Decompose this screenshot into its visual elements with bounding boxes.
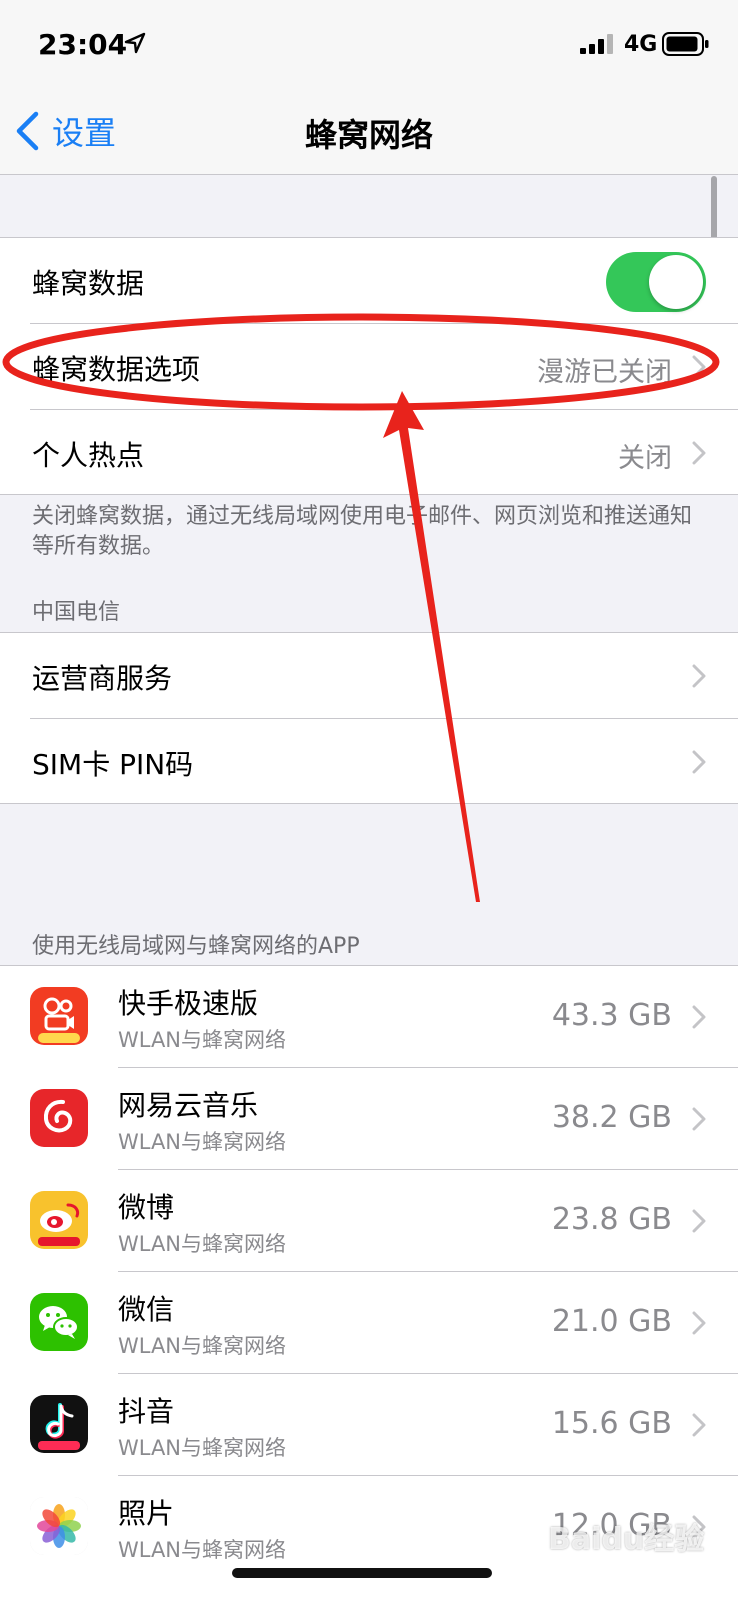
watermark: Baidu经验: [548, 1522, 705, 1557]
sim-pin-label: SIM卡 PIN码: [32, 748, 194, 781]
chevron-right-icon: [692, 441, 706, 465]
page-title: 蜂窝网络: [304, 116, 433, 154]
weibo-app-icon: [30, 1191, 88, 1249]
roaming-status: 漫游已关闭: [537, 357, 672, 388]
chevron-right-icon: [692, 1005, 706, 1029]
personal-hotspot-label: 个人热点: [32, 439, 145, 472]
chevron-right-icon: [692, 1209, 706, 1233]
network-type: 4G: [624, 32, 658, 57]
home-indicator: [232, 1568, 492, 1578]
cellular-data-toggle[interactable]: [606, 252, 706, 312]
status-bar: 23:04 4G: [0, 0, 738, 88]
location-arrow-icon: [124, 32, 146, 54]
app-network-type: WLAN与蜂窝网络: [118, 1232, 287, 1256]
hotspot-status: 关闭: [618, 443, 672, 474]
battery-icon: [662, 32, 709, 56]
app-network-type: WLAN与蜂窝网络: [118, 1028, 287, 1052]
cellular-data-options-row[interactable]: 蜂窝数据选项 漫游已关闭: [0, 324, 738, 410]
chevron-right-icon: [692, 750, 706, 774]
kuaishou-app-icon: [30, 987, 88, 1045]
apps-usage-list: 快手极速版 WLAN与蜂窝网络 43.3 GB 网易云音乐 WLAN与蜂窝网络 …: [0, 965, 738, 1606]
app-name: 微信: [118, 1293, 175, 1326]
app-network-type: WLAN与蜂窝网络: [118, 1538, 287, 1562]
toggle-knob: [649, 255, 703, 309]
list-item[interactable]: 抖音 WLAN与蜂窝网络 15.6 GB: [0, 1374, 738, 1476]
chevron-right-icon: [692, 355, 706, 379]
app-network-type: WLAN与蜂窝网络: [118, 1436, 287, 1460]
app-data-usage: 15.6 GB: [551, 1406, 672, 1441]
list-item[interactable]: 快手极速版 WLAN与蜂窝网络 43.3 GB: [0, 966, 738, 1068]
app-network-type: WLAN与蜂窝网络: [118, 1334, 287, 1358]
carrier-group: 运营商服务 SIM卡 PIN码: [0, 632, 738, 804]
app-data-usage: 21.0 GB: [551, 1304, 672, 1339]
app-name: 网易云音乐: [118, 1089, 259, 1122]
status-time: 23:04: [38, 28, 128, 61]
chevron-right-icon: [692, 664, 706, 688]
wechat-app-icon: [30, 1293, 88, 1351]
chevron-right-icon: [692, 1311, 706, 1335]
cellular-data-row: 蜂窝数据: [0, 238, 738, 324]
app-data-usage: 23.8 GB: [551, 1202, 672, 1237]
app-data-usage: 43.3 GB: [551, 998, 672, 1033]
list-item[interactable]: 网易云音乐 WLAN与蜂窝网络 38.2 GB: [0, 1068, 738, 1170]
cellular-data-footer-note: 关闭蜂窝数据，通过无线局域网使用电子邮件、网页浏览和推送通知等所有数据。: [32, 504, 693, 559]
douyin-app-icon: [30, 1395, 88, 1453]
app-name: 抖音: [118, 1395, 175, 1428]
apps-section-header: 使用无线局域网与蜂窝网络的APP: [32, 934, 360, 959]
cellular-data-options-label: 蜂窝数据选项: [32, 353, 201, 386]
list-item[interactable]: 微博 WLAN与蜂窝网络 23.8 GB: [0, 1170, 738, 1272]
app-name: 微博: [118, 1191, 175, 1224]
app-network-type: WLAN与蜂窝网络: [118, 1130, 287, 1154]
app-name: 照片: [118, 1497, 175, 1530]
chevron-right-icon: [692, 1107, 706, 1131]
carrier-services-label: 运营商服务: [32, 662, 173, 695]
cellular-data-label: 蜂窝数据: [32, 267, 145, 300]
cellular-settings-group: 蜂窝数据 蜂窝数据选项 漫游已关闭 个人热点 关闭: [0, 237, 738, 495]
personal-hotspot-row[interactable]: 个人热点 关闭: [0, 410, 738, 494]
carrier-services-row[interactable]: 运营商服务: [0, 633, 738, 719]
netease-music-app-icon: [30, 1089, 88, 1147]
carrier-section-header: 中国电信: [32, 600, 121, 625]
photos-app-icon: [30, 1497, 88, 1555]
list-item[interactable]: 微信 WLAN与蜂窝网络 21.0 GB: [0, 1272, 738, 1374]
app-data-usage: 38.2 GB: [551, 1100, 672, 1135]
navigation-bar: 设置 蜂窝网络: [0, 88, 738, 175]
signal-strength-icon: [580, 34, 613, 54]
sim-pin-row[interactable]: SIM卡 PIN码: [0, 719, 738, 803]
app-name: 快手极速版: [118, 987, 259, 1020]
chevron-right-icon: [692, 1413, 706, 1437]
